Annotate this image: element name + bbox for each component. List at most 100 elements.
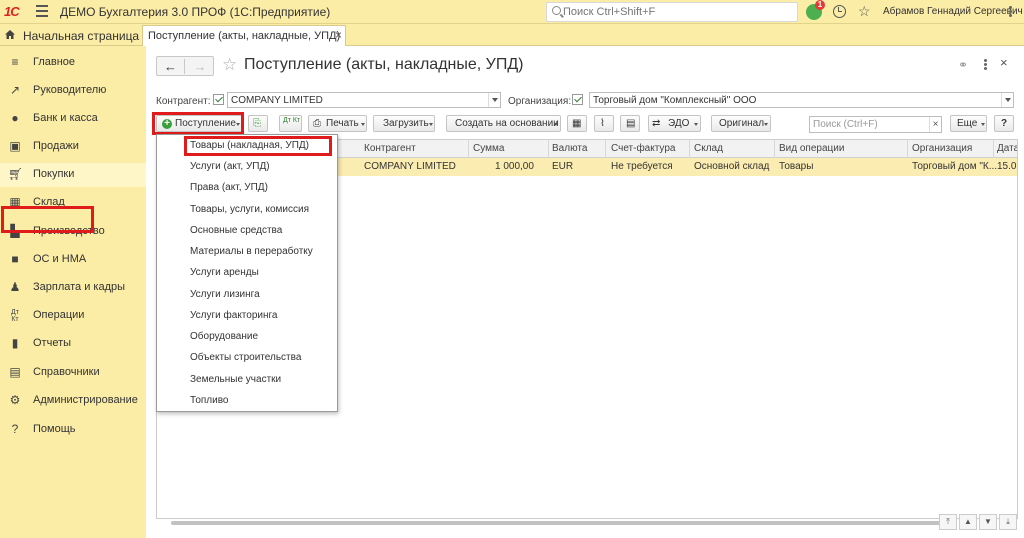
menu-item-label: Услуги лизинга [190,289,260,300]
favorites-icon[interactable]: ☆ [858,3,871,20]
tab-home[interactable]: Начальная страница [0,24,140,46]
main-menu-icon[interactable] [36,5,48,17]
list-search-field[interactable]: Поиск (Ctrl+F) × [809,116,942,133]
menu-item-rights[interactable]: Права (акт, УПД) [157,178,337,198]
sidebar-item-label: Главное [33,56,76,68]
menu-item-processing-materials[interactable]: Материалы в переработку [157,242,337,262]
link-icon[interactable]: ⚭ [958,58,968,72]
counterparty-field[interactable]: COMPANY LIMITED [227,92,501,108]
column-header[interactable]: Счет-фактура [611,143,675,154]
column-header[interactable]: Организация [912,143,972,154]
bar-chart-icon: ▮ [11,336,19,350]
sidebar-item-main[interactable]: ≡ Главное [0,51,146,75]
menu-item-equipment[interactable]: Оборудование [157,327,337,347]
menu-item-factoring-services[interactable]: Услуги факторинга [157,306,337,326]
menu-item-label: Услуги (акт, УПД) [190,161,270,172]
top-bar: 1С ДЕМО Бухгалтерия 3.0 ПРОФ (1С:Предпри… [0,0,1024,24]
column-header[interactable]: Сумма [473,143,504,154]
sidebar-item-label: ОС и НМА [33,253,87,265]
sidebar-item-administration[interactable]: ⚙ Администрирование [0,389,146,413]
sidebar-item-directories[interactable]: ▤ Справочники [0,361,146,385]
horizontal-scrollbar[interactable] [171,519,981,527]
column-header[interactable]: Вид операции [779,143,844,154]
dt-kt-button[interactable]: Дт Кт [279,115,302,132]
books-icon: ▤ [9,365,21,379]
more-button[interactable]: Еще [950,115,987,132]
scroll-down-button[interactable]: ▼ [979,514,997,530]
sidebar-item-reports[interactable]: ▮ Отчеты [0,332,146,356]
tab-home-label: Начальная страница [23,29,140,43]
menu-item-goods[interactable]: Товары (накладная, УПД) [157,136,337,156]
edo-button[interactable]: ⇄ ЭДО [648,115,701,132]
attach-button[interactable]: ⌇ [594,115,614,132]
sidebar-item-sales[interactable]: ▣ Продажи [0,135,146,159]
menu-item-fuel[interactable]: Топливо [157,391,337,411]
chevron-down-icon [429,123,433,126]
receipt-dropdown-menu: Товары (накладная, УПД) Услуги (акт, УПД… [156,134,338,412]
user-name[interactable]: Абрамов Геннадий Сергеевич [883,6,1023,17]
scroll-bottom-button[interactable]: ⤓ [999,514,1017,530]
list-search-placeholder: Поиск (Ctrl+F) [813,119,878,130]
global-search-field[interactable] [546,2,798,22]
counterparty-checkbox[interactable] [213,94,224,105]
clear-search-icon[interactable]: × [929,117,941,132]
dt-kt-icon: Дт Кт [11,309,19,323]
print-button[interactable]: ⎙ Печать [308,115,367,132]
chevron-down-icon[interactable] [488,93,500,107]
global-search-input[interactable] [563,5,793,19]
close-icon[interactable]: × [1000,55,1008,70]
sidebar-item-fixed-assets[interactable]: ■ ОС и НМА [0,248,146,272]
original-button[interactable]: Оригинал [711,115,771,132]
sidebar-item-operations[interactable]: Дт Кт Операции [0,304,146,328]
sales-icon: ▣ [9,139,21,153]
menu-item-label: Услуги аренды [190,267,259,278]
create-based-on-button[interactable]: Создать на основании [446,115,561,132]
sidebar-item-bank[interactable]: ● Банк и касса [0,107,146,131]
chevron-down-icon [694,123,698,126]
journal-button[interactable]: ▤ [620,115,640,132]
structure-button[interactable]: ▦ [567,115,587,132]
column-header[interactable]: Контрагент [364,143,416,154]
menu-item-fixed-assets[interactable]: Основные средства [157,221,337,241]
column-header[interactable]: Валюта [552,143,587,154]
tab-document[interactable]: Поступление (акты, накладные, УПД) × [142,25,346,46]
help-button[interactable]: ? [994,115,1014,132]
column-header[interactable]: Дата [997,143,1017,154]
sidebar-item-label: Отчеты [33,337,72,349]
menu-item-rent-services[interactable]: Услуги аренды [157,263,337,283]
column-header[interactable]: Склад [694,143,723,154]
scroll-up-button[interactable]: ▲ [959,514,977,530]
sidebar-item-purchases[interactable]: 🛒︎ Покупки [0,163,146,187]
scrollbar-thumb[interactable] [171,521,946,525]
sidebar-item-label: Справочники [33,366,100,378]
sidebar-item-payroll[interactable]: ♟ Зарплата и кадры [0,276,146,300]
person-icon: ♟ [9,280,21,294]
organization-label: Организация: [508,96,572,107]
sidebar-item-manager[interactable]: ↗ Руководителю [0,79,146,103]
more-options-icon[interactable] [984,59,988,71]
menu-item-services[interactable]: Услуги (акт, УПД) [157,157,337,177]
history-icon[interactable] [833,5,846,18]
menu-item-goods-services-commission[interactable]: Товары, услуги, комиссия [157,200,337,220]
menu-item-leasing-services[interactable]: Услуги лизинга [157,285,337,305]
menu-item-construction-objects[interactable]: Объекты строительства [157,348,337,368]
sidebar: ≡ Главное ↗ Руководителю ● Банк и касса … [0,46,146,538]
sidebar-item-label: Продажи [33,140,79,152]
chevron-down-icon [361,123,365,126]
chevron-down-icon[interactable] [1001,93,1013,107]
forward-button[interactable]: → [186,59,214,74]
printer-icon: ⎙ [313,118,321,129]
organization-field[interactable]: Торговый дом "Комплексный" ООО [589,92,1014,108]
scroll-top-button[interactable]: ⤒ [939,514,957,530]
organization-checkbox[interactable] [572,94,583,105]
load-button-label: Загрузить [383,118,429,129]
back-button[interactable]: ← [157,59,185,74]
structure-icon: ▦ [572,118,582,129]
more-options-icon[interactable] [1009,6,1013,18]
close-tab-icon[interactable]: × [335,28,342,42]
sidebar-item-help[interactable]: ? Помощь [0,418,146,442]
copy-button[interactable]: ⎘ [248,115,268,132]
favorite-star-icon[interactable]: ☆ [222,55,237,75]
load-button[interactable]: Загрузить [373,115,435,132]
menu-item-land-plots[interactable]: Земельные участки [157,370,337,390]
